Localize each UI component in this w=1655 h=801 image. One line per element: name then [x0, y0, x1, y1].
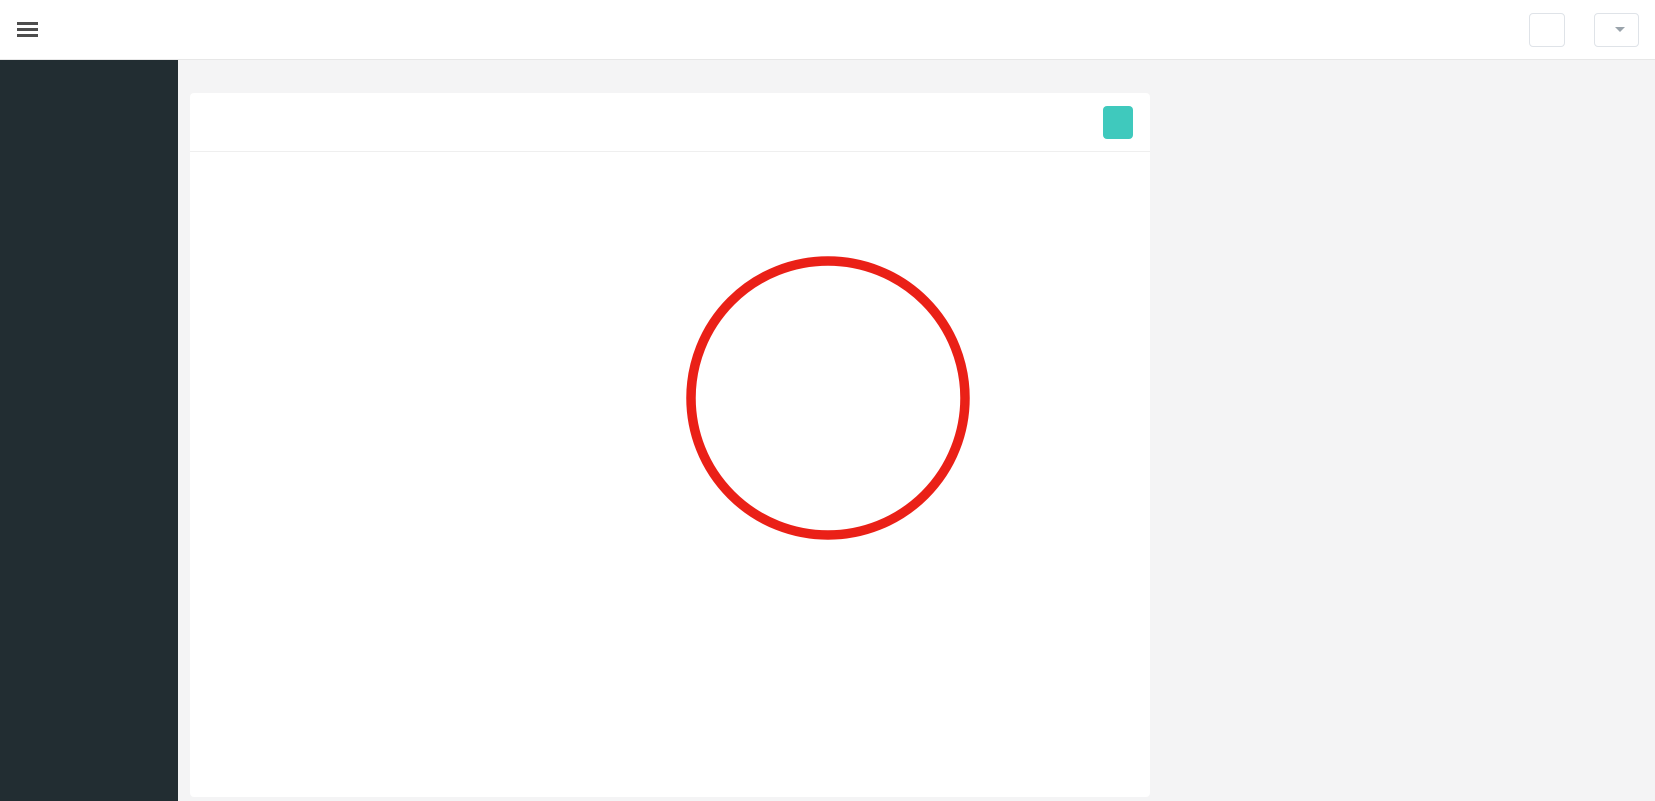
chevron-down-icon — [1615, 27, 1625, 32]
topbar-right — [1529, 12, 1639, 47]
top-bar — [0, 0, 1655, 60]
hamburger-menu-icon[interactable] — [15, 15, 40, 44]
user-dropdown[interactable] — [1594, 12, 1639, 47]
pending-review-badge[interactable] — [1529, 12, 1565, 47]
main-content — [178, 60, 1655, 801]
product-list-card — [190, 93, 1150, 797]
table-header-row — [190, 152, 1150, 198]
sidebar — [0, 60, 178, 801]
add-product-button[interactable] — [1103, 106, 1133, 139]
card-header — [190, 93, 1150, 152]
